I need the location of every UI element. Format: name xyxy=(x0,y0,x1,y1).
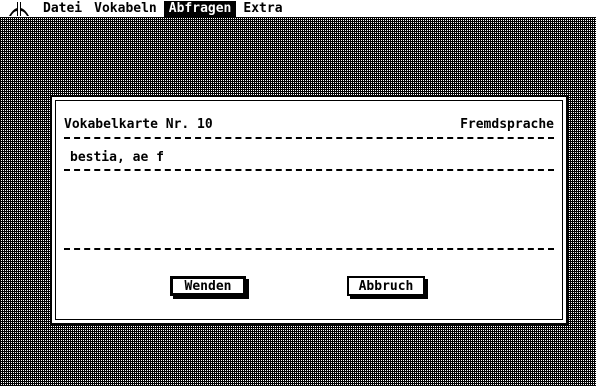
menu-vokabeln[interactable]: Vokabeln xyxy=(89,1,162,17)
divider-top xyxy=(64,137,554,139)
cancel-button[interactable]: Abbruch xyxy=(347,276,425,296)
vocabulary-card-dialog: Vokabelkarte Nr. 10 Fremdsprache bestia,… xyxy=(50,95,568,325)
divider-word xyxy=(64,169,554,171)
divider-bottom xyxy=(64,248,554,250)
dialog-header: Vokabelkarte Nr. 10 Fremdsprache xyxy=(64,117,554,133)
menu-datei[interactable]: Datei xyxy=(38,1,87,17)
atari-fuji-icon[interactable] xyxy=(8,1,30,17)
vocabulary-word: bestia, ae f xyxy=(70,150,164,165)
card-title: Vokabelkarte Nr. 10 xyxy=(64,117,213,132)
dialog-inner-frame: Vokabelkarte Nr. 10 Fremdsprache bestia,… xyxy=(55,100,563,320)
turn-button[interactable]: Wenden xyxy=(170,276,246,296)
answer-area xyxy=(70,181,548,241)
menu-extra[interactable]: Extra xyxy=(238,1,287,17)
menu-bar: Datei Vokabeln Abfragen Extra xyxy=(0,0,596,18)
language-label: Fremdsprache xyxy=(460,117,554,132)
menu-abfragen[interactable]: Abfragen xyxy=(163,0,237,17)
